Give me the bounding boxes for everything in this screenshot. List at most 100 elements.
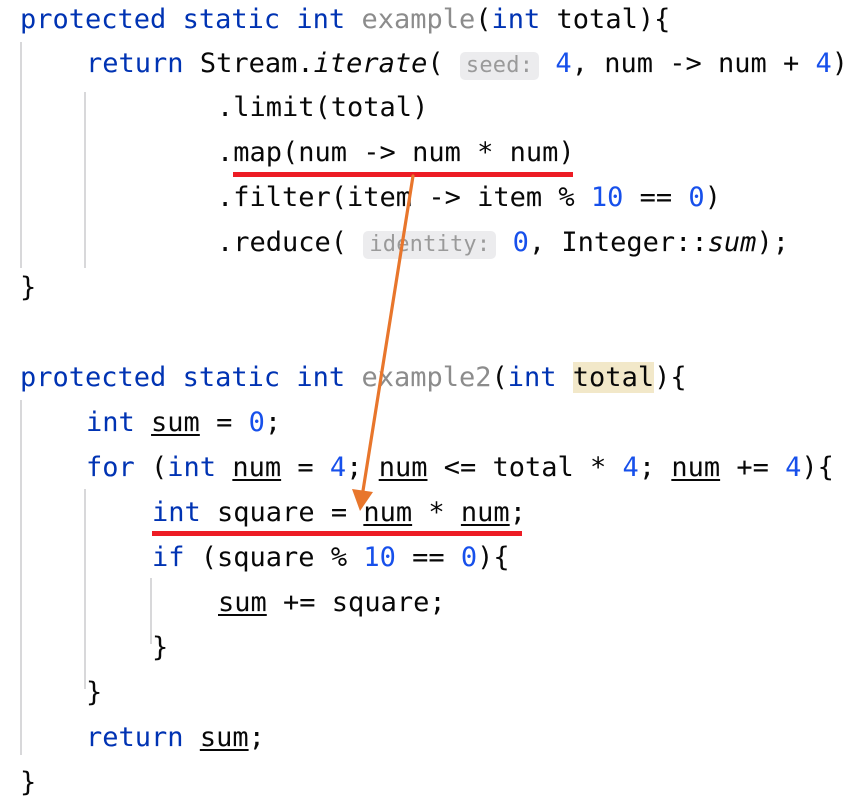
- token-open-paren: (: [427, 48, 460, 79]
- code-line-17: return sum;: [86, 716, 265, 761]
- token-local-var-num: num: [232, 452, 282, 483]
- token-receiver-stream: Stream.: [199, 48, 314, 79]
- token-number-4: 4: [785, 452, 802, 483]
- token-if-cond-head: (square %: [184, 542, 364, 573]
- source-code: protected static int example(int total){…: [0, 0, 860, 800]
- token-if-tail: ){: [477, 542, 510, 573]
- token-limit-call: .limit(total): [217, 92, 429, 123]
- token-number-identity: 0: [512, 227, 529, 258]
- code-line-15: }: [152, 626, 168, 671]
- token-reduce-tail: );: [756, 227, 789, 258]
- token-method-iterate: iterate: [313, 48, 428, 79]
- code-line-7: }: [20, 266, 36, 311]
- token-multiply: *: [412, 497, 461, 528]
- code-line-2: return Stream.iterate( seed: 4, num -> n…: [86, 42, 848, 87]
- token-lambda-body: , num -> num +: [571, 48, 816, 79]
- token-filter-tail: ): [704, 182, 721, 213]
- red-underline-map: [233, 172, 573, 177]
- token-number-0: 0: [248, 407, 265, 438]
- token-for-assign: =: [281, 452, 330, 483]
- token-local-var-sum: sum: [199, 722, 249, 753]
- code-editor-screenshot: protected static int example(int total){…: [0, 0, 860, 800]
- token-plus-assign-square: += square;: [266, 587, 446, 618]
- token-assign: =: [199, 407, 249, 438]
- token-method-name-example2: example2: [361, 362, 492, 393]
- token-param-type: int: [491, 4, 541, 35]
- inlay-hint-identity: identity:: [363, 231, 497, 259]
- token-for-tail: ){: [801, 452, 834, 483]
- token-param-name-total-highlighted: total: [572, 362, 655, 393]
- token-keyword-static: static: [182, 4, 281, 35]
- code-line-11: for (int num = 4; num <= total * 4; num …: [86, 446, 834, 491]
- token-close-brace-method2: }: [20, 767, 37, 798]
- token-keyword-if: if: [152, 542, 185, 573]
- token-number-10: 10: [363, 542, 396, 573]
- token-local-var-num: num: [671, 452, 721, 483]
- token-keyword-int: int: [152, 497, 201, 528]
- token-number-4: 4: [329, 452, 347, 483]
- token-square-assign: square =: [200, 497, 364, 528]
- token-for-cond: <= total *: [427, 452, 623, 483]
- token-map-call: .map(num -> num * num): [217, 137, 575, 168]
- token-for-sep1: ;: [346, 452, 379, 483]
- inlay-hint-seed: seed:: [459, 52, 540, 80]
- token-number-seed: 4: [555, 48, 572, 79]
- code-line-18: }: [20, 761, 36, 800]
- code-line-16: }: [86, 671, 102, 716]
- token-keyword-int: int: [296, 362, 346, 393]
- token-keyword-int: int: [296, 4, 346, 35]
- token-close-brace-if: }: [152, 632, 169, 663]
- token-semicolon: ;: [509, 497, 526, 528]
- token-number-4: 4: [622, 452, 639, 483]
- token-method-ref-sum: sum: [707, 227, 757, 258]
- token-number-0: 0: [460, 542, 478, 573]
- code-line-6: .reduce( identity: 0, Integer::sum);: [217, 221, 789, 266]
- token-local-var-num: num: [363, 497, 413, 528]
- code-line-9: protected static int example2(int total)…: [20, 356, 687, 401]
- code-line-4: .map(num -> num * num): [217, 131, 575, 176]
- token-for-sep2: ;: [638, 452, 672, 483]
- code-line-1: protected static int example(int total){: [20, 0, 670, 43]
- token-reduce-mid: , Integer::: [528, 227, 708, 258]
- token-keyword-int: int: [86, 407, 135, 438]
- code-line-13: if (square % 10 == 0){: [152, 536, 510, 581]
- code-line-10: int sum = 0;: [86, 401, 281, 446]
- token-open-paren: (: [475, 4, 492, 35]
- token-semicolon: ;: [264, 407, 282, 438]
- token-keyword-static: static: [182, 362, 281, 393]
- token-method-name-example: example: [361, 4, 476, 35]
- token-number-10: 10: [590, 182, 624, 213]
- code-line-14: sum += square;: [218, 581, 446, 626]
- token-number-step: 4: [815, 48, 832, 79]
- token-close-paren: ): [831, 48, 849, 79]
- token-for-open: (: [134, 452, 168, 483]
- token-param-type: int: [507, 362, 557, 393]
- token-for-incr: +=: [720, 452, 786, 483]
- token-keyword-protected: protected: [20, 4, 167, 35]
- token-close-brace-method1: }: [20, 272, 37, 303]
- token-local-var-num: num: [378, 452, 428, 483]
- token-semicolon: ;: [248, 722, 265, 753]
- token-open-paren: (: [491, 362, 508, 393]
- token-local-var-num: num: [460, 497, 510, 528]
- token-keyword-return: return: [86, 48, 184, 79]
- token-keyword-for: for: [86, 452, 135, 483]
- red-underline-square: [152, 531, 522, 536]
- code-line-12: int square = num * num;: [152, 491, 526, 536]
- token-filter-eq: ==: [623, 182, 689, 213]
- token-number-0: 0: [688, 182, 705, 213]
- token-reduce-head: .reduce(: [217, 227, 364, 258]
- code-line-3: .limit(total): [217, 86, 428, 131]
- code-line-5: .filter(item -> item % 10 == 0): [217, 176, 721, 221]
- token-param-name-total: total: [556, 4, 638, 35]
- token-if-eq: ==: [395, 542, 461, 573]
- token-keyword-protected: protected: [20, 362, 167, 393]
- token-local-var-sum: sum: [218, 587, 267, 618]
- token-line9-tail: ){: [654, 362, 687, 393]
- token-line1-tail: ){: [637, 4, 671, 35]
- token-keyword-return: return: [86, 722, 184, 753]
- token-filter-head: .filter(item -> item %: [217, 182, 591, 213]
- token-local-var-sum: sum: [151, 407, 200, 438]
- token-keyword-int: int: [167, 452, 217, 483]
- token-close-brace-for: }: [86, 677, 103, 708]
